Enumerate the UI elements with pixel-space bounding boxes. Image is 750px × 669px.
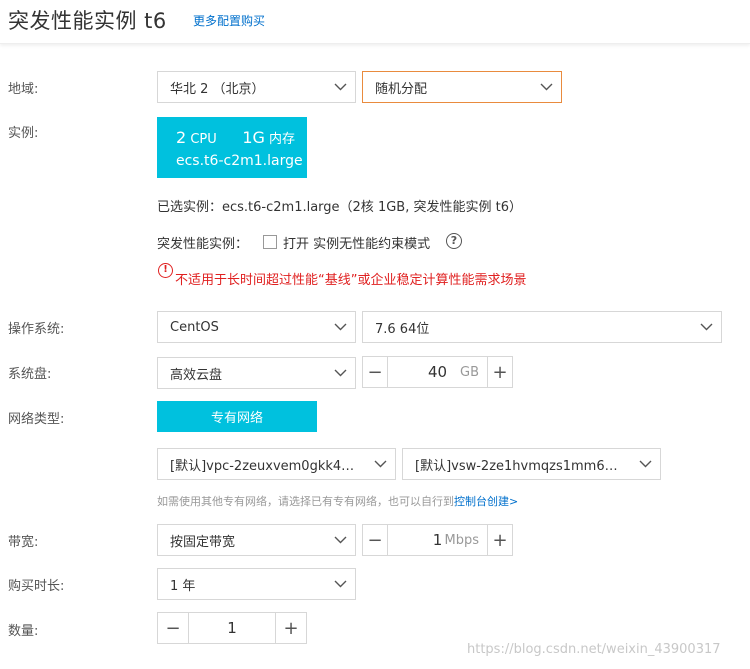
network-hint-text: 如需使用其他专有网络，请选择已有专有网络，也可以自行到 [157, 495, 454, 508]
instance-label: 实例: [8, 126, 39, 141]
duration-label: 购买时长: [8, 579, 65, 594]
chevron-down-icon [630, 449, 660, 479]
console-create-link[interactable]: 控制台创建> [454, 495, 518, 508]
unlimited-mode-label[interactable]: 打开 实例无性能约束模式 [283, 233, 430, 252]
plus-icon[interactable]: + [275, 613, 306, 643]
bandwidth-stepper[interactable]: − 1 Mbps + [362, 524, 513, 556]
warning-icon: ! [158, 263, 173, 278]
network-label: 网络类型: [8, 412, 65, 427]
os-version-value: 7.6 64位 [375, 321, 430, 337]
os-version-select[interactable]: 7.6 64位 [362, 311, 722, 343]
chevron-down-icon [325, 72, 355, 102]
watermark: https://blog.csdn.net/weixin_43900317 [467, 642, 721, 657]
bandwidth-mode-value: 按固定带宽 [170, 534, 236, 550]
page-title: 突发性能实例 t6 [8, 9, 167, 33]
cpu-num: 2 [176, 128, 187, 147]
minus-icon[interactable]: − [363, 525, 388, 555]
instance-card-selected[interactable]: 2 CPU 1G 内存 ecs.t6-c2m1.large [157, 117, 307, 178]
help-icon[interactable]: ? [446, 233, 462, 249]
unlimited-mode-checkbox[interactable] [263, 235, 277, 249]
chevron-down-icon [325, 569, 355, 599]
instance-type: ecs.t6-c2m1.large [176, 153, 303, 169]
instance-spec: 2 CPU 1G 内存 [176, 128, 295, 147]
bandwidth-mode-select[interactable]: 按固定带宽 [157, 524, 356, 556]
bandwidth-value: 1 [432, 531, 443, 549]
cpu-unit: CPU [186, 132, 217, 147]
mem-unit: 内存 [264, 132, 296, 147]
region-select[interactable]: 华北 2 （北京） [157, 71, 356, 103]
zone-select[interactable]: 随机分配 [362, 71, 562, 103]
os-select[interactable]: CentOS [157, 311, 356, 343]
quantity-stepper[interactable]: − 1 + [157, 612, 307, 644]
more-config-link[interactable]: 更多配置购买 [193, 12, 265, 29]
minus-icon[interactable]: − [158, 613, 189, 643]
disk-label: 系统盘: [8, 367, 52, 382]
disk-size-value: 40 [427, 363, 448, 381]
quantity-label: 数量: [8, 624, 39, 639]
selected-instance-text: 已选实例：ecs.t6-c2m1.large（2核 1GB, 突发性能实例 t6… [157, 200, 522, 215]
chevron-down-icon [531, 72, 561, 102]
region-value: 华北 2 （北京） [170, 81, 265, 97]
burst-label: 突发性能实例： [157, 237, 249, 252]
os-label: 操作系统: [8, 322, 65, 337]
disk-size-unit: GB [460, 365, 479, 380]
plus-icon[interactable]: + [487, 357, 512, 387]
mem-num: 1G [242, 128, 265, 147]
disk-type-value: 高效云盘 [170, 367, 223, 383]
region-label: 地域: [8, 82, 39, 97]
minus-icon[interactable]: − [363, 357, 388, 387]
plus-icon[interactable]: + [487, 525, 512, 555]
warning-text: 不适用于长时间超过性能“基线”或企业稳定计算性能需求场景 [175, 273, 527, 288]
vpc-select[interactable]: [默认]vpc-2zeuxvem0gkk4fi8... [157, 448, 396, 480]
chevron-down-icon [365, 449, 395, 479]
vpc-network-button[interactable]: 专有网络 [157, 401, 317, 432]
duration-select[interactable]: 1 年 [157, 568, 356, 600]
vswitch-value: [默认]vsw-2ze1hvmqzs1mm60s... [415, 458, 630, 474]
bandwidth-label: 带宽: [8, 535, 39, 550]
vswitch-select[interactable]: [默认]vsw-2ze1hvmqzs1mm60s... [402, 448, 661, 480]
vpc-value: [默认]vpc-2zeuxvem0gkk4fi8... [170, 458, 365, 474]
chevron-down-icon [691, 312, 721, 342]
zone-value: 随机分配 [375, 81, 428, 97]
disk-type-select[interactable]: 高效云盘 [157, 357, 356, 389]
network-hint: 如需使用其他专有网络，请选择已有专有网络，也可以自行到控制台创建> [157, 493, 518, 509]
quantity-value: 1 [227, 619, 237, 637]
chevron-down-icon [325, 312, 355, 342]
chevron-down-icon [325, 358, 355, 388]
quantity-input[interactable]: 1 [189, 613, 275, 643]
bandwidth-unit: Mbps [444, 533, 480, 548]
os-value: CentOS [170, 319, 219, 335]
disk-size-input[interactable]: 40 GB [388, 357, 487, 387]
disk-size-stepper[interactable]: − 40 GB + [362, 356, 513, 388]
bandwidth-input[interactable]: 1 Mbps [388, 525, 487, 555]
duration-value: 1 年 [170, 578, 196, 594]
chevron-down-icon [325, 525, 355, 555]
page-header: 突发性能实例 t6 更多配置购买 [0, 0, 750, 44]
